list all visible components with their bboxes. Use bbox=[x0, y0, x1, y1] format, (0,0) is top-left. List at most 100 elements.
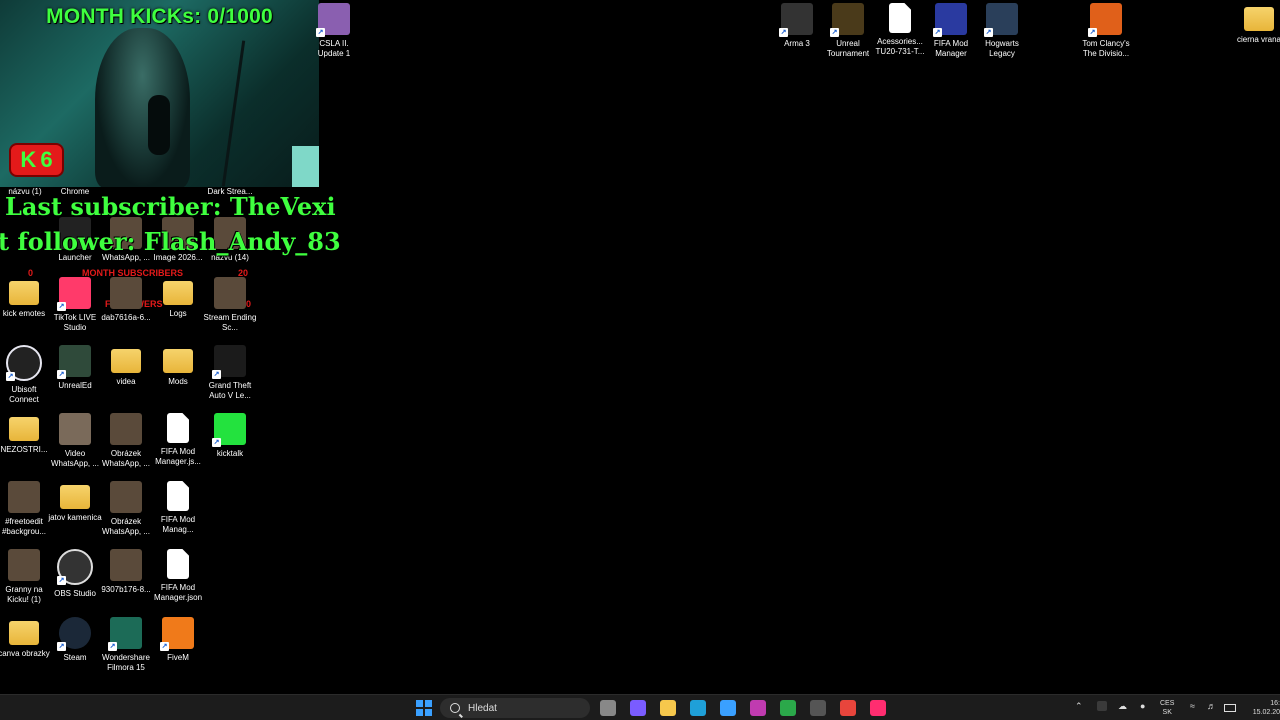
desktop-icon[interactable]: jatov kamenica bbox=[48, 481, 102, 523]
desktop-icon[interactable]: FIFA Mod Manager.js... bbox=[153, 413, 203, 467]
desktop-icon[interactable]: Obrázek WhatsApp, ... bbox=[101, 481, 151, 537]
taskbar-search[interactable]: Hledat bbox=[440, 698, 590, 718]
store-icon[interactable] bbox=[720, 700, 736, 716]
desktop-icon[interactable]: ↗ kicktalk bbox=[205, 413, 255, 459]
gta-v-icon: ↗ bbox=[212, 345, 246, 379]
fifa-mod-manager-icon: ↗ bbox=[933, 3, 967, 37]
desktop-icon[interactable]: Stream Ending Sc... bbox=[203, 277, 257, 333]
start-button[interactable] bbox=[416, 700, 432, 716]
clock-time: 16: bbox=[1270, 700, 1280, 707]
icon-label: FIFA Mod Manager bbox=[933, 39, 969, 58]
desktop-icon[interactable]: 9307b176-8... bbox=[101, 549, 151, 595]
obs-taskbar-icon[interactable] bbox=[810, 700, 826, 716]
volume-icon[interactable]: ♬ bbox=[1207, 701, 1216, 711]
desktop-icon[interactable]: Mods bbox=[153, 345, 203, 387]
tray-mic-icon[interactable]: ● bbox=[1140, 701, 1145, 711]
file-explorer-icon[interactable] bbox=[660, 700, 676, 716]
month-kicks-counter: MONTH KICKs: 0/1000 bbox=[46, 5, 273, 28]
shortcut-arrow-icon: ↗ bbox=[57, 302, 66, 311]
background-panel bbox=[292, 146, 319, 187]
file-icon bbox=[167, 481, 189, 511]
desktop-icon[interactable]: ↗ CSLA II. Update 1 bbox=[309, 3, 359, 59]
icon-label: Video WhatsApp, ... bbox=[50, 449, 100, 468]
desktop-icon[interactable]: Logs bbox=[153, 277, 203, 319]
desktop-icon[interactable]: kick emotes bbox=[0, 277, 49, 319]
desktop-icon[interactable]: Video WhatsApp, ... bbox=[50, 413, 100, 469]
light-stand bbox=[221, 40, 246, 187]
desktop-icon[interactable]: ↗ Steam bbox=[50, 617, 100, 663]
desktop-icon[interactable]: Acessories... TU20-731-T... bbox=[875, 3, 925, 57]
hogwarts-icon: ↗ bbox=[984, 3, 1018, 37]
icon-label: Stream Ending Sc... bbox=[203, 313, 257, 332]
edge-icon[interactable] bbox=[690, 700, 706, 716]
icon-label: Ubisoft Connect bbox=[9, 385, 39, 404]
unreal-tournament-icon: ↗ bbox=[830, 3, 864, 37]
icon-label: FiveM bbox=[167, 653, 189, 662]
desktop-icon[interactable]: dab7616a-6... bbox=[101, 277, 151, 323]
desktop-icon[interactable]: ↗ TikTok LIVE Studio bbox=[50, 277, 100, 333]
desktop-icon[interactable]: FIFA Mod Manag... bbox=[153, 481, 203, 535]
icon-label: Acessories... TU20-731-T... bbox=[875, 37, 925, 56]
desktop-icon[interactable]: NEZOSTRI... bbox=[0, 413, 49, 455]
search-icon bbox=[450, 703, 460, 713]
desktop-icon[interactable]: ↗ Tom Clancy's The Divisio... bbox=[1081, 3, 1131, 59]
clock[interactable]: 16: 15.02.20 bbox=[1244, 699, 1280, 717]
icon-label: cierna vrana bbox=[1236, 35, 1280, 44]
desktop-icon[interactable]: Obrázek WhatsApp, ... bbox=[101, 413, 151, 469]
chrome-icon[interactable] bbox=[840, 700, 856, 716]
desktop-icon[interactable]: ↗ Hogwarts Legacy bbox=[977, 3, 1027, 59]
shortcut-arrow-icon: ↗ bbox=[1088, 28, 1097, 37]
tiktok-icon[interactable] bbox=[870, 700, 886, 716]
copilot-icon[interactable] bbox=[630, 700, 646, 716]
folder-icon bbox=[9, 417, 39, 441]
shortcut-arrow-icon: ↗ bbox=[830, 28, 839, 37]
icon-label: Wondershare Filmora 15 bbox=[102, 653, 150, 672]
folder-icon bbox=[9, 621, 39, 645]
folder-icon bbox=[163, 281, 193, 305]
obs-icon: ↗ bbox=[57, 549, 93, 585]
file-icon bbox=[889, 3, 911, 33]
desktop-icon[interactable]: ↗ UnrealEd bbox=[50, 345, 100, 391]
desktop-icon[interactable]: ↗ Unreal Tournament bbox=[823, 3, 873, 59]
search-placeholder: Hledat bbox=[468, 702, 497, 714]
desktop-icon[interactable]: FIFA Mod Manager.json bbox=[153, 549, 203, 603]
webcam-overlay: MONTH KICKs: 0/1000 K 6 bbox=[0, 0, 319, 187]
file-icon bbox=[167, 413, 189, 443]
desktop-icon[interactable]: ↗ Ubisoft Connect bbox=[0, 345, 49, 405]
desktop-icon[interactable]: ↗ OBS Studio bbox=[50, 549, 100, 599]
icon-label: OBS Studio bbox=[54, 589, 96, 598]
icon-label: #freetoedit #backgrou... bbox=[1, 517, 47, 536]
language-indicator[interactable]: CES SK bbox=[1160, 699, 1174, 717]
icon-label: TikTok LIVE Studio bbox=[53, 313, 97, 332]
tray-cloud-icon[interactable]: ☁ bbox=[1118, 701, 1127, 712]
shortcut-arrow-icon: ↗ bbox=[984, 28, 993, 37]
desktop-icon[interactable]: ↗ Wondershare Filmora 15 bbox=[101, 617, 151, 673]
desktop-icon[interactable]: ↗ FIFA Mod Manager bbox=[926, 3, 976, 59]
desktop-icon[interactable]: videa bbox=[101, 345, 151, 387]
icon-label: Arma 3 bbox=[784, 39, 810, 48]
desktop-icon[interactable]: #freetoedit #backgrou... bbox=[0, 481, 49, 537]
microphone bbox=[148, 95, 170, 155]
lang-top: CES bbox=[1160, 700, 1175, 707]
desktop-icon[interactable]: Granny na Kicku! (1) bbox=[0, 549, 49, 605]
division-icon: ↗ bbox=[1088, 3, 1122, 37]
desktop-icon[interactable]: ↗ Grand Theft Auto V Le... bbox=[205, 345, 255, 401]
xbox-icon[interactable] bbox=[780, 700, 796, 716]
windows-logo-icon bbox=[416, 700, 423, 707]
icon-label: Grand Theft Auto V Le... bbox=[208, 381, 252, 400]
shortcut-arrow-icon: ↗ bbox=[57, 576, 66, 585]
icon-label: NEZOSTRI... bbox=[0, 445, 48, 454]
task-view-icon[interactable] bbox=[600, 700, 616, 716]
desktop-icon[interactable]: ↗ FiveM bbox=[153, 617, 203, 663]
app-icon[interactable] bbox=[750, 700, 766, 716]
wifi-icon[interactable]: ≈ bbox=[1190, 701, 1195, 711]
desktop-icon[interactable]: canva obrazky bbox=[0, 617, 50, 659]
desktop-icon[interactable]: ↗ Arma 3 bbox=[772, 3, 822, 49]
folder-icon bbox=[163, 349, 193, 373]
arma-icon: ↗ bbox=[779, 3, 813, 37]
tray-app-icon[interactable] bbox=[1097, 701, 1107, 711]
icon-label: canva obrazky bbox=[0, 649, 50, 658]
desktop-icon[interactable]: cierna vrana bbox=[1234, 3, 1280, 45]
battery-icon[interactable] bbox=[1224, 704, 1236, 712]
chevron-up-icon[interactable]: ⌃ bbox=[1075, 701, 1083, 712]
